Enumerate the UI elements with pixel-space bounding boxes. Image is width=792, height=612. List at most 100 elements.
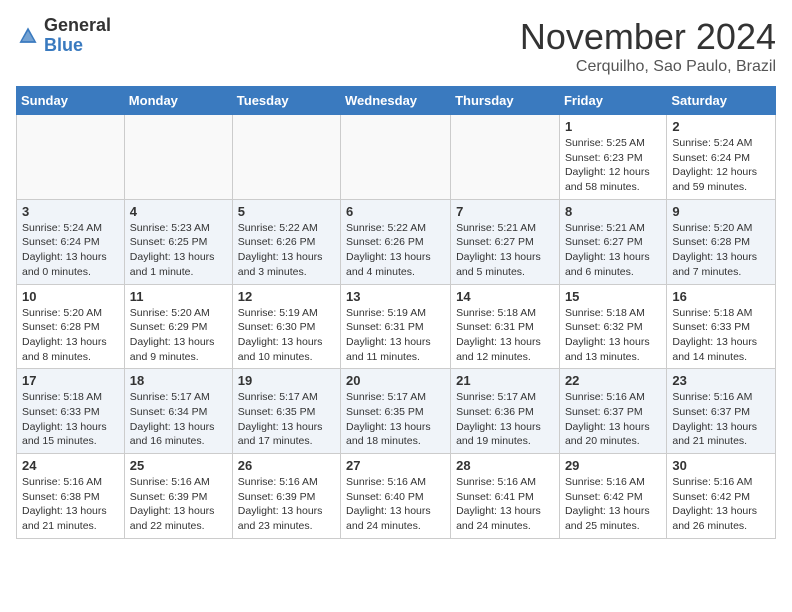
calendar-cell	[17, 115, 125, 200]
day-info: Sunrise: 5:16 AM Sunset: 6:37 PM Dayligh…	[672, 390, 770, 449]
day-info: Sunrise: 5:19 AM Sunset: 6:31 PM Dayligh…	[346, 306, 445, 365]
day-number: 3	[22, 204, 119, 219]
day-number: 10	[22, 289, 119, 304]
day-number: 2	[672, 119, 770, 134]
calendar-cell: 4 Sunrise: 5:23 AM Sunset: 6:25 PM Daylig…	[124, 199, 232, 284]
calendar-cell: 28 Sunrise: 5:16 AM Sunset: 6:41 PM Dayli…	[451, 454, 560, 539]
calendar-cell: 26 Sunrise: 5:16 AM Sunset: 6:39 PM Dayli…	[232, 454, 340, 539]
day-number: 7	[456, 204, 554, 219]
day-number: 30	[672, 458, 770, 473]
calendar-cell: 3 Sunrise: 5:24 AM Sunset: 6:24 PM Daylig…	[17, 199, 125, 284]
day-info: Sunrise: 5:20 AM Sunset: 6:28 PM Dayligh…	[672, 221, 770, 280]
calendar-week-row: 17 Sunrise: 5:18 AM Sunset: 6:33 PM Dayli…	[17, 369, 776, 454]
day-info: Sunrise: 5:25 AM Sunset: 6:23 PM Dayligh…	[565, 136, 661, 195]
day-info: Sunrise: 5:16 AM Sunset: 6:40 PM Dayligh…	[346, 475, 445, 534]
day-number: 26	[238, 458, 335, 473]
day-info: Sunrise: 5:18 AM Sunset: 6:33 PM Dayligh…	[672, 306, 770, 365]
day-number: 23	[672, 373, 770, 388]
logo-blue: Blue	[44, 35, 83, 55]
day-number: 16	[672, 289, 770, 304]
day-info: Sunrise: 5:21 AM Sunset: 6:27 PM Dayligh…	[456, 221, 554, 280]
day-info: Sunrise: 5:16 AM Sunset: 6:41 PM Dayligh…	[456, 475, 554, 534]
day-info: Sunrise: 5:22 AM Sunset: 6:26 PM Dayligh…	[346, 221, 445, 280]
header-monday: Monday	[124, 87, 232, 115]
day-info: Sunrise: 5:19 AM Sunset: 6:30 PM Dayligh…	[238, 306, 335, 365]
calendar-cell: 22 Sunrise: 5:16 AM Sunset: 6:37 PM Dayli…	[559, 369, 666, 454]
day-number: 13	[346, 289, 445, 304]
logo-icon	[16, 24, 40, 48]
day-number: 6	[346, 204, 445, 219]
day-info: Sunrise: 5:18 AM Sunset: 6:32 PM Dayligh…	[565, 306, 661, 365]
month-title: November 2024	[520, 16, 776, 58]
header-thursday: Thursday	[451, 87, 560, 115]
calendar-cell: 24Sunrise: 5:16 AM Sunset: 6:38 PM Dayli…	[17, 454, 125, 539]
day-info: Sunrise: 5:17 AM Sunset: 6:35 PM Dayligh…	[346, 390, 445, 449]
calendar-cell	[341, 115, 451, 200]
calendar-cell: 6 Sunrise: 5:22 AM Sunset: 6:26 PM Daylig…	[341, 199, 451, 284]
day-number: 22	[565, 373, 661, 388]
calendar-cell: 27 Sunrise: 5:16 AM Sunset: 6:40 PM Dayli…	[341, 454, 451, 539]
calendar-cell	[232, 115, 340, 200]
day-info: Sunrise: 5:24 AM Sunset: 6:24 PM Dayligh…	[672, 136, 770, 195]
day-info: Sunrise: 5:16 AM Sunset: 6:42 PM Dayligh…	[565, 475, 661, 534]
day-info: Sunrise: 5:16 AM Sunset: 6:39 PM Dayligh…	[238, 475, 335, 534]
day-info: Sunrise: 5:17 AM Sunset: 6:34 PM Dayligh…	[130, 390, 227, 449]
calendar-table: Sunday Monday Tuesday Wednesday Thursday…	[16, 86, 776, 539]
header-tuesday: Tuesday	[232, 87, 340, 115]
calendar-cell: 25 Sunrise: 5:16 AM Sunset: 6:39 PM Dayli…	[124, 454, 232, 539]
calendar-cell: 14Sunrise: 5:18 AM Sunset: 6:31 PM Dayli…	[451, 284, 560, 369]
day-info: Sunrise: 5:16 AM Sunset: 6:42 PM Dayligh…	[672, 475, 770, 534]
location: Cerquilho, Sao Paulo, Brazil	[520, 58, 776, 76]
calendar-cell	[451, 115, 560, 200]
day-number: 19	[238, 373, 335, 388]
calendar-cell: 15 Sunrise: 5:18 AM Sunset: 6:32 PM Dayli…	[559, 284, 666, 369]
day-number: 27	[346, 458, 445, 473]
day-number: 29	[565, 458, 661, 473]
calendar-cell: 17 Sunrise: 5:18 AM Sunset: 6:33 PM Dayli…	[17, 369, 125, 454]
logo-text: General Blue	[44, 16, 111, 56]
calendar-cell: 19 Sunrise: 5:17 AM Sunset: 6:35 PM Dayli…	[232, 369, 340, 454]
day-info: Sunrise: 5:16 AM Sunset: 6:39 PM Dayligh…	[130, 475, 227, 534]
calendar-cell: 21 Sunrise: 5:17 AM Sunset: 6:36 PM Dayli…	[451, 369, 560, 454]
day-info: Sunrise: 5:20 AM Sunset: 6:29 PM Dayligh…	[130, 306, 227, 365]
day-info: Sunrise: 5:22 AM Sunset: 6:26 PM Dayligh…	[238, 221, 335, 280]
calendar-cell: 10 Sunrise: 5:20 AM Sunset: 6:28 PM Dayli…	[17, 284, 125, 369]
day-info: Sunrise: 5:16 AM Sunset: 6:38 PM Dayligh…	[22, 475, 119, 534]
day-info: Sunrise: 5:21 AM Sunset: 6:27 PM Dayligh…	[565, 221, 661, 280]
day-number: 9	[672, 204, 770, 219]
logo: General Blue	[16, 16, 111, 56]
day-number: 25	[130, 458, 227, 473]
weekday-header-row: Sunday Monday Tuesday Wednesday Thursday…	[17, 87, 776, 115]
day-number: 21	[456, 373, 554, 388]
day-number: 15	[565, 289, 661, 304]
calendar-cell: 7 Sunrise: 5:21 AM Sunset: 6:27 PM Daylig…	[451, 199, 560, 284]
day-info: Sunrise: 5:23 AM Sunset: 6:25 PM Dayligh…	[130, 221, 227, 280]
day-number: 12	[238, 289, 335, 304]
day-number: 18	[130, 373, 227, 388]
day-number: 17	[22, 373, 119, 388]
calendar-cell: 23 Sunrise: 5:16 AM Sunset: 6:37 PM Dayli…	[667, 369, 776, 454]
day-number: 8	[565, 204, 661, 219]
calendar-cell	[124, 115, 232, 200]
day-number: 14	[456, 289, 554, 304]
day-info: Sunrise: 5:20 AM Sunset: 6:28 PM Dayligh…	[22, 306, 119, 365]
day-number: 4	[130, 204, 227, 219]
calendar-cell: 13 Sunrise: 5:19 AM Sunset: 6:31 PM Dayli…	[341, 284, 451, 369]
day-info: Sunrise: 5:17 AM Sunset: 6:35 PM Dayligh…	[238, 390, 335, 449]
day-info: Sunrise: 5:17 AM Sunset: 6:36 PM Dayligh…	[456, 390, 554, 449]
day-info: Sunrise: 5:18 AM Sunset: 6:33 PM Dayligh…	[22, 390, 119, 449]
logo-general: General	[44, 15, 111, 35]
title-block: November 2024 Cerquilho, Sao Paulo, Braz…	[520, 16, 776, 76]
calendar-week-row: 10 Sunrise: 5:20 AM Sunset: 6:28 PM Dayli…	[17, 284, 776, 369]
calendar-cell: 8 Sunrise: 5:21 AM Sunset: 6:27 PM Daylig…	[559, 199, 666, 284]
day-number: 28	[456, 458, 554, 473]
day-info: Sunrise: 5:24 AM Sunset: 6:24 PM Dayligh…	[22, 221, 119, 280]
calendar-week-row: 1Sunrise: 5:25 AM Sunset: 6:23 PM Daylig…	[17, 115, 776, 200]
header-sunday: Sunday	[17, 87, 125, 115]
day-info: Sunrise: 5:16 AM Sunset: 6:37 PM Dayligh…	[565, 390, 661, 449]
day-number: 20	[346, 373, 445, 388]
calendar-cell: 2 Sunrise: 5:24 AM Sunset: 6:24 PM Daylig…	[667, 115, 776, 200]
calendar-cell: 5Sunrise: 5:22 AM Sunset: 6:26 PM Daylig…	[232, 199, 340, 284]
calendar-cell: 1Sunrise: 5:25 AM Sunset: 6:23 PM Daylig…	[559, 115, 666, 200]
calendar-week-row: 24Sunrise: 5:16 AM Sunset: 6:38 PM Dayli…	[17, 454, 776, 539]
